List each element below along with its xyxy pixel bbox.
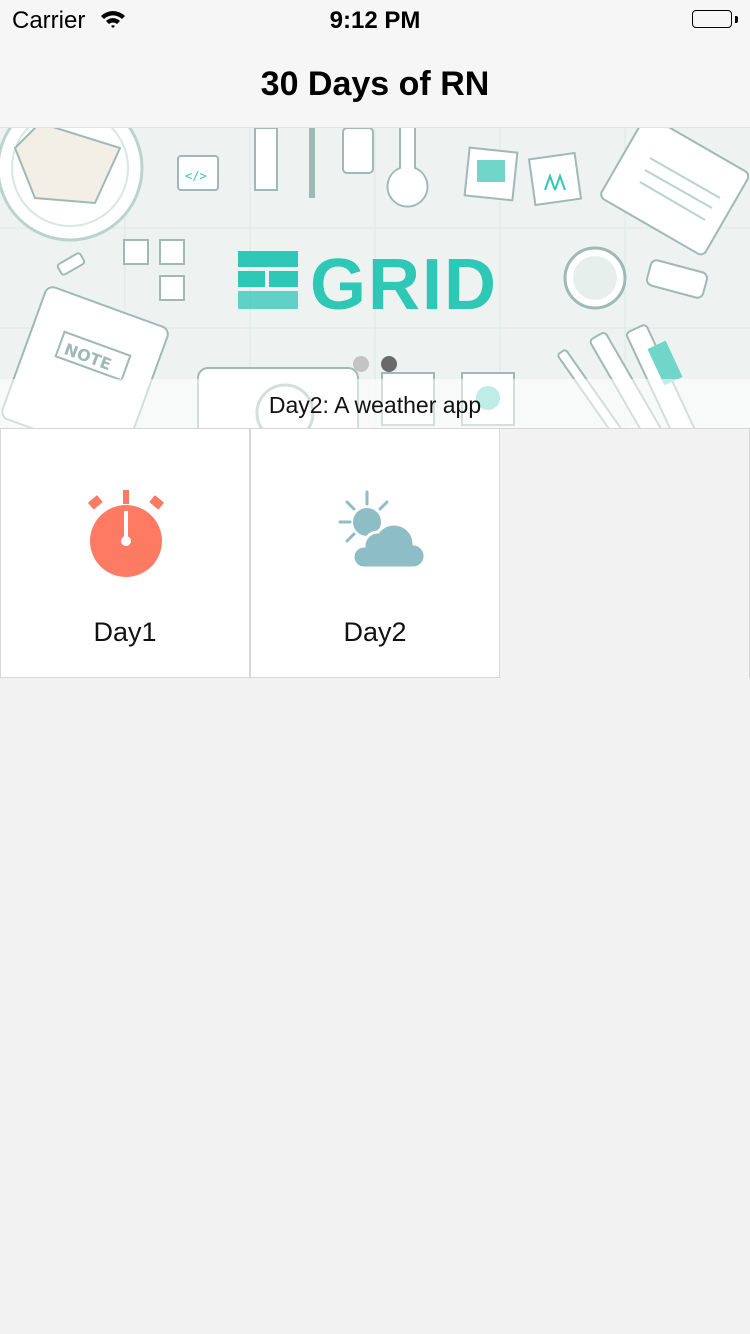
grid-item-label: Day2 [343,617,407,647]
page-indicator[interactable] [353,356,397,372]
status-bar: Carrier 9:12 PM [0,0,750,40]
banner-caption-bar: Day2: A weather app [0,379,750,428]
grid-item-day1[interactable]: Day1 [0,428,250,678]
navigation-bar: 30 Days of RN [0,40,750,128]
page-dot-1[interactable] [353,356,369,372]
banner-carousel[interactable]: </> NOTE GRID Day2: A weather app [0,128,750,428]
banner-caption: Day2: A weather app [268,392,482,418]
grid-empty-cell [500,428,750,678]
battery-icon [692,10,738,30]
page-dot-2[interactable] [381,356,397,372]
page-title: 30 Days of RN [260,65,490,103]
grid-logo-text: GRID [310,245,498,325]
grid-logo: GRID [238,245,498,325]
grid-item-label: Day1 [93,617,157,647]
grid-item-day2[interactable]: Day2 [250,428,500,678]
svg-text:</>: </> [185,169,207,183]
clock: 9:12 PM [329,7,421,34]
stopwatch-icon [88,490,164,577]
partly-cloudy-icon [338,490,426,570]
